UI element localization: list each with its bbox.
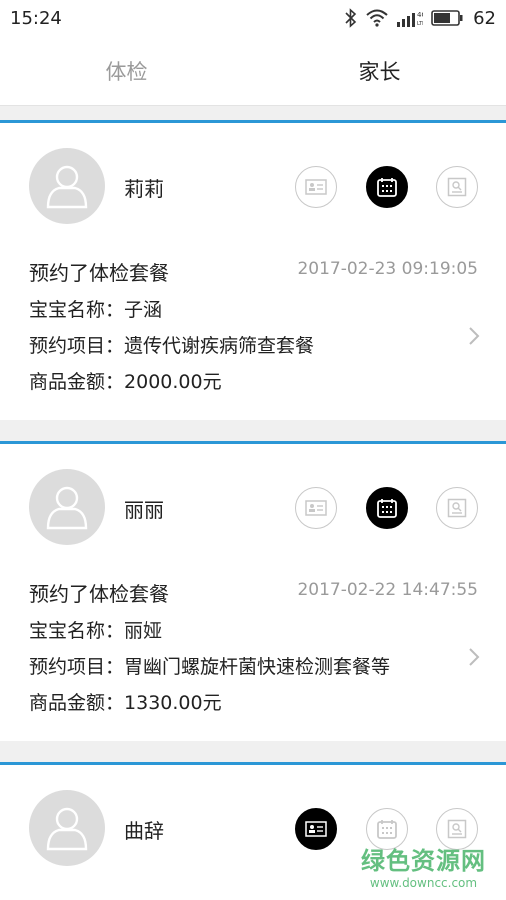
calendar-button[interactable] [366,166,408,208]
report-button[interactable] [436,166,478,208]
order-time: 2017-02-23 09:19:05 [297,259,478,279]
user-name: 曲辞 [124,819,164,843]
baby-name-value: 丽娅 [124,620,163,642]
report-icon [447,177,467,197]
baby-name-value: 子涵 [124,299,163,321]
avatar [29,790,105,866]
id-card-button[interactable] [295,487,337,529]
order-item-row: 预约项目：遗传代谢疾病筛查套餐 [29,331,314,358]
calendar-icon [377,820,397,839]
order-amount-label: 商品金额： [29,692,125,714]
order-item-value: 遗传代谢疾病筛查套餐 [124,335,315,357]
svg-text:LTE: LTE [417,21,423,27]
signal-icon: 4G LTE [397,9,423,27]
order-card[interactable]: 莉莉 预约了体检套餐 2017-02-23 09:19:05 宝宝名称：子涵 预… [0,120,506,420]
id-card-button[interactable] [295,166,337,208]
baby-name-label: 宝宝名称： [29,299,125,321]
tab-parent[interactable]: 家长 [253,36,506,105]
order-amount-row: 商品金额：1330.00元 [29,688,222,715]
order-item-row: 预约项目：胃幽门螺旋杆菌快速检测套餐等 [29,652,390,679]
calendar-button[interactable] [366,487,408,529]
watermark-url: www.downcc.com [369,876,478,890]
report-icon [447,819,467,839]
id-card-icon [305,500,327,516]
avatar [29,148,105,224]
chevron-right-icon[interactable] [468,326,480,350]
id-card-button[interactable] [295,808,337,850]
status-bar: 15:24 4G LTE 62 [0,0,506,36]
status-time: 15:24 [10,7,62,29]
chevron-right-icon[interactable] [468,647,480,671]
id-card-icon [305,179,327,195]
order-amount-label: 商品金额： [29,371,125,393]
battery-icon [431,9,463,27]
order-amount-row: 商品金额：2000.00元 [29,367,222,394]
network-type: 4G [417,11,423,19]
user-icon [46,486,88,530]
bluetooth-icon [345,8,357,28]
watermark-title: 绿色资源网 [361,847,486,875]
user-name: 莉莉 [124,177,164,201]
status-icons: 4G LTE 62 [345,8,496,29]
baby-name-label: 宝宝名称： [29,620,125,642]
baby-name-row: 宝宝名称：子涵 [29,295,162,322]
battery-level: 62 [473,7,496,29]
order-item-label: 预约项目： [29,335,125,357]
user-icon [46,165,88,209]
calendar-icon [377,499,397,518]
calendar-icon [377,178,397,197]
report-button[interactable] [436,487,478,529]
id-card-icon [305,821,327,837]
user-name: 丽丽 [124,498,164,522]
order-title: 预约了体检套餐 [29,261,169,285]
tab-bar: 体检 家长 [0,36,506,106]
watermark: 绿色资源网 www.downcc.com [361,841,486,890]
order-amount-value: 2000.00元 [124,371,222,393]
order-item-value: 胃幽门螺旋杆菌快速检测套餐等 [124,656,391,678]
tab-checkup[interactable]: 体检 [0,36,253,105]
order-card[interactable]: 丽丽 预约了体检套餐 2017-02-22 14:47:55 宝宝名称：丽娅 预… [0,441,506,741]
wifi-icon [365,9,389,27]
order-item-label: 预约项目： [29,656,125,678]
report-icon [447,498,467,518]
order-time: 2017-02-22 14:47:55 [297,580,478,600]
baby-name-row: 宝宝名称：丽娅 [29,616,162,643]
user-icon [46,807,88,851]
avatar [29,469,105,545]
order-title: 预约了体检套餐 [29,582,169,606]
order-amount-value: 1330.00元 [124,692,222,714]
